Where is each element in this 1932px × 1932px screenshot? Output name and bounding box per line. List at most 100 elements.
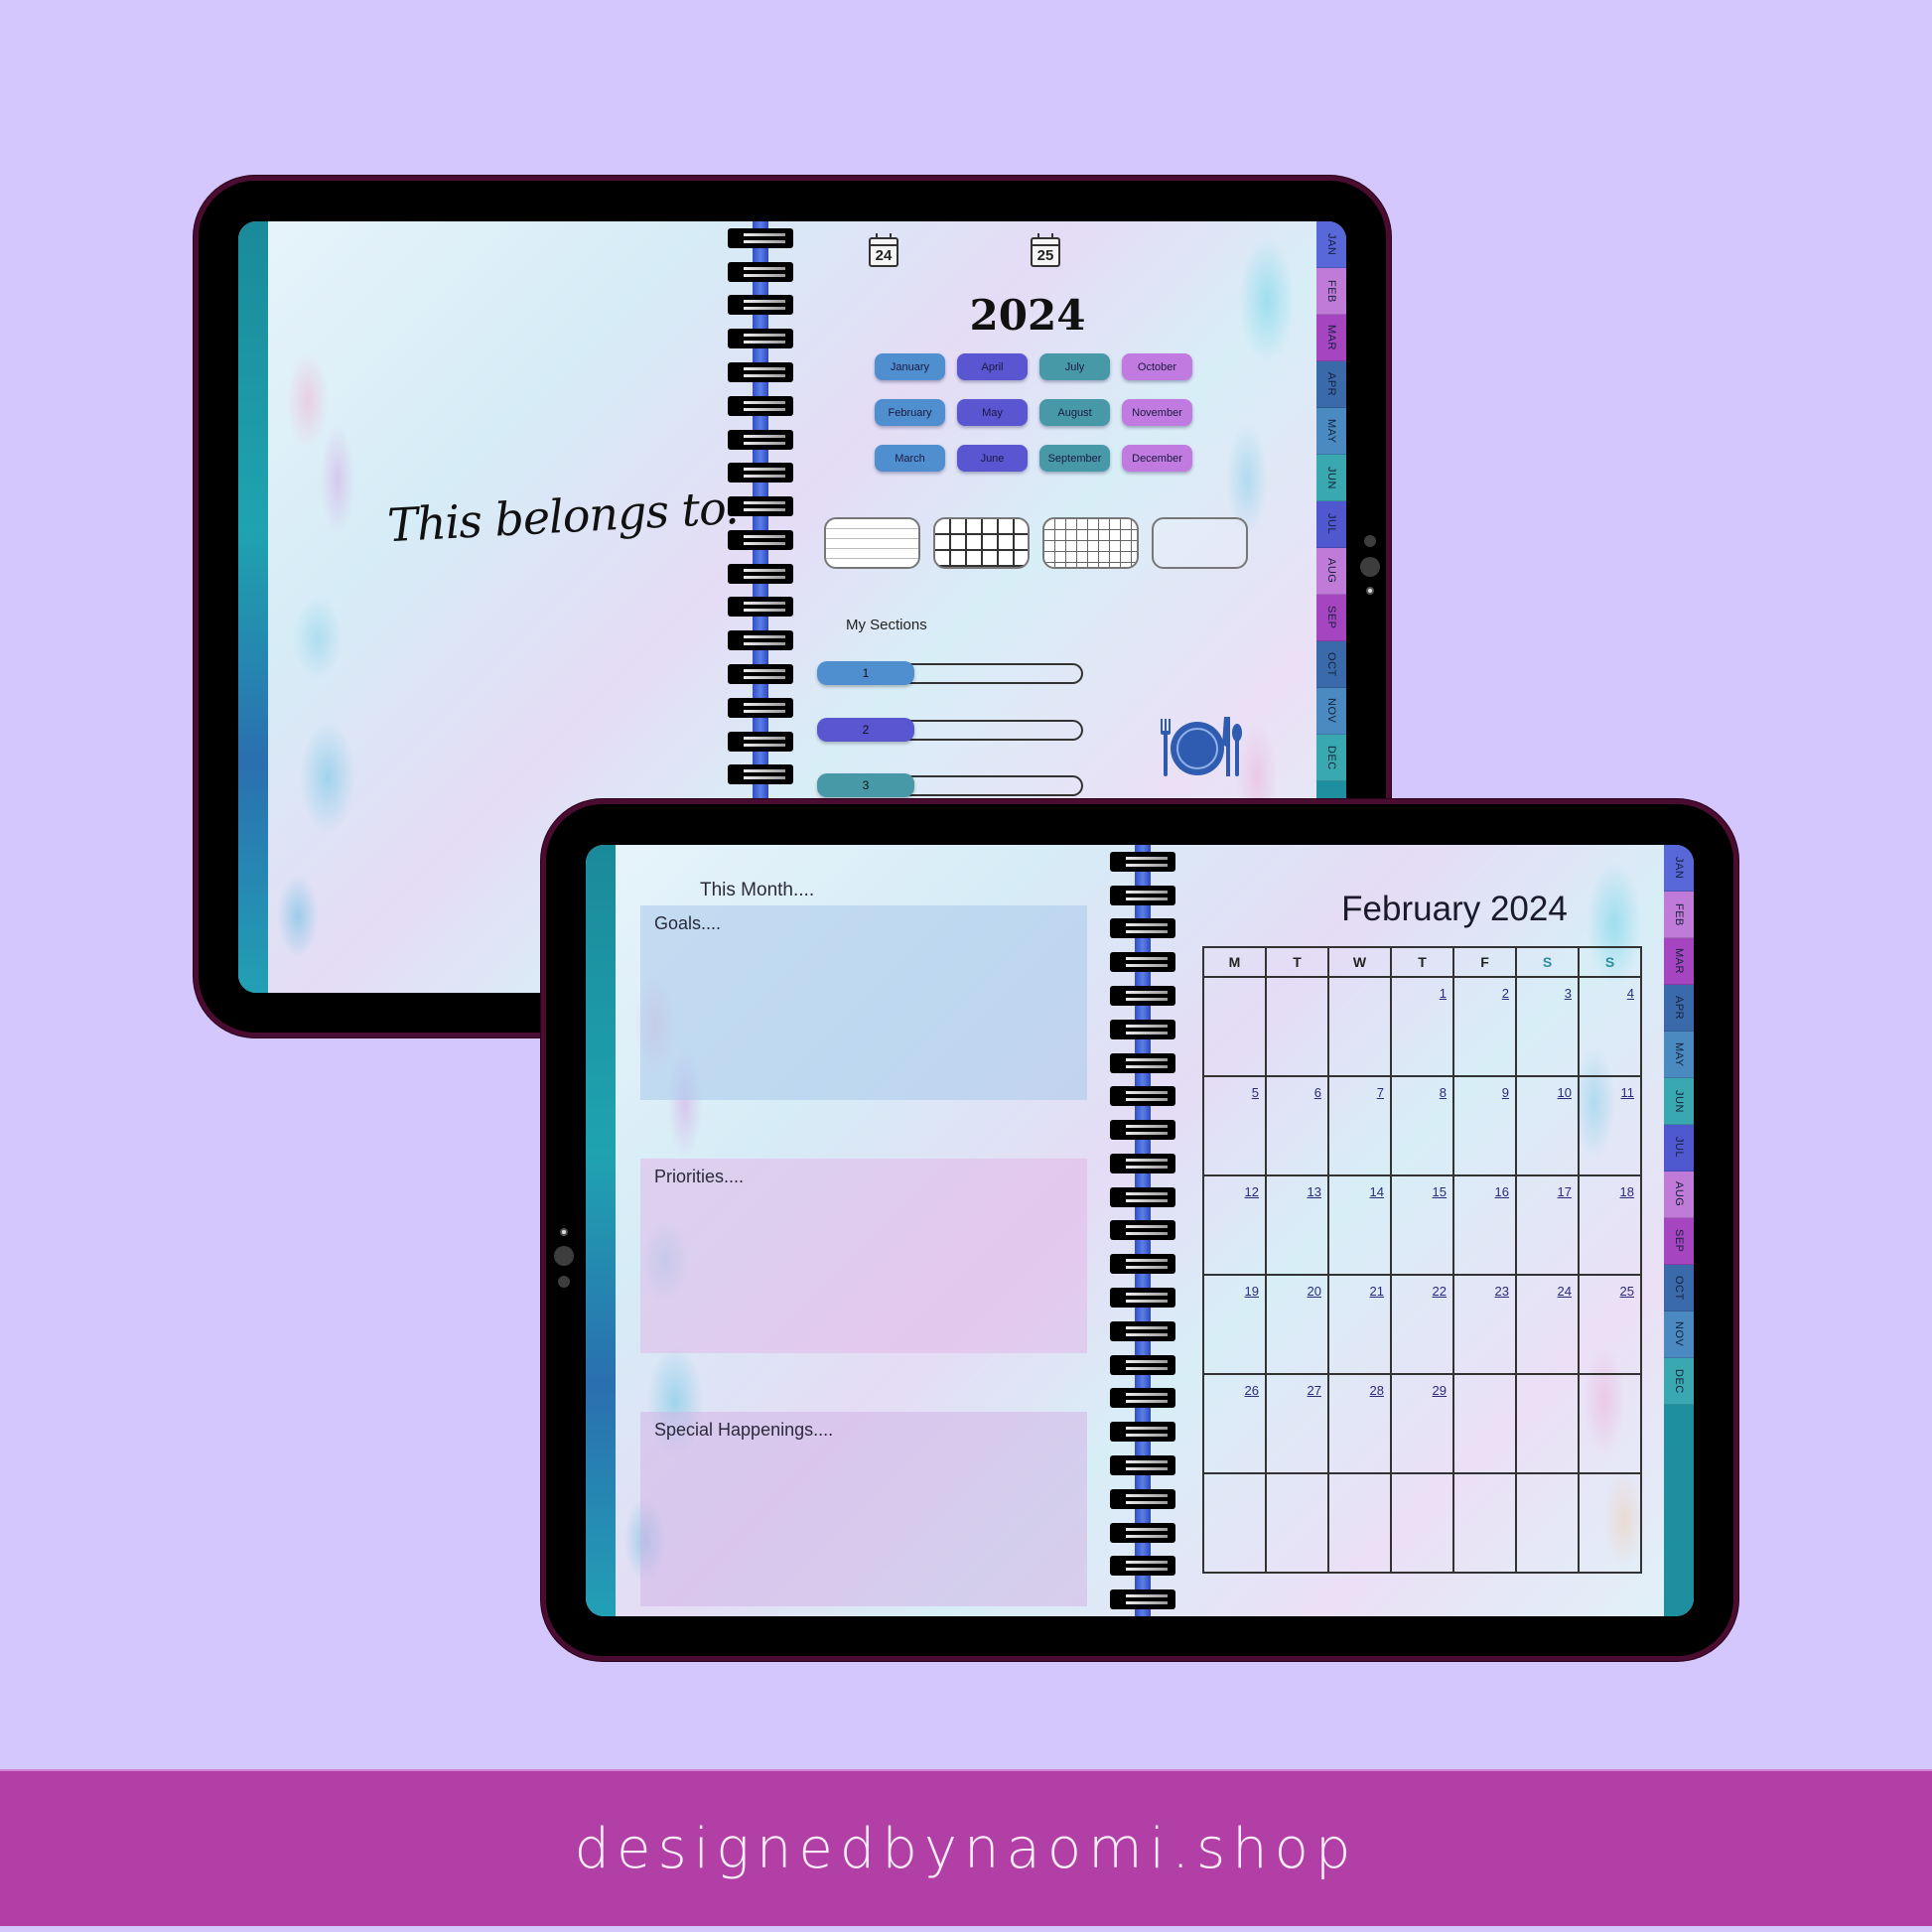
calendar-day-cell[interactable]: 8 <box>1392 1077 1454 1176</box>
calendar-day-cell[interactable]: 3 <box>1517 978 1580 1077</box>
day-number-link[interactable]: 16 <box>1495 1184 1509 1199</box>
month-button-october[interactable]: October <box>1122 353 1192 380</box>
calendar-day-cell[interactable] <box>1517 1375 1580 1474</box>
calendar-day-cell[interactable]: 27 <box>1267 1375 1329 1474</box>
day-number-link[interactable]: 10 <box>1558 1085 1572 1100</box>
month-tab-apr[interactable]: APR <box>1316 361 1346 408</box>
calendar-day-cell[interactable] <box>1204 978 1267 1077</box>
calendar-day-cell[interactable] <box>1329 1474 1392 1574</box>
month-tab-jan[interactable]: JAN <box>1316 221 1346 268</box>
month-tab-nov[interactable]: NOV <box>1316 688 1346 735</box>
day-number-link[interactable]: 21 <box>1370 1284 1384 1299</box>
month-tab-oct[interactable]: OCT <box>1316 641 1346 688</box>
month-tab-feb[interactable]: FEB <box>1316 268 1346 315</box>
calendar-day-cell[interactable]: 21 <box>1329 1276 1392 1375</box>
calendar-day-cell[interactable] <box>1580 1474 1642 1574</box>
day-number-link[interactable]: 26 <box>1245 1383 1259 1398</box>
month-tab-may[interactable]: MAY <box>1664 1032 1694 1078</box>
day-number-link[interactable]: 7 <box>1377 1085 1384 1100</box>
day-number-link[interactable]: 28 <box>1370 1383 1384 1398</box>
day-number-link[interactable]: 27 <box>1308 1383 1321 1398</box>
calendar-day-cell[interactable]: 4 <box>1580 978 1642 1077</box>
calendar-day-cell[interactable]: 26 <box>1204 1375 1267 1474</box>
month-tab-may[interactable]: MAY <box>1316 408 1346 455</box>
month-tab-jun[interactable]: JUN <box>1664 1078 1694 1125</box>
section-pill[interactable]: 1 <box>817 661 914 685</box>
day-number-link[interactable]: 2 <box>1502 986 1509 1001</box>
day-number-link[interactable]: 23 <box>1495 1284 1509 1299</box>
calendar-day-cell[interactable] <box>1580 1375 1642 1474</box>
year-2024-calendar-icon[interactable]: 24 <box>869 233 898 267</box>
month-button-may[interactable]: May <box>957 399 1028 426</box>
day-number-link[interactable]: 14 <box>1370 1184 1384 1199</box>
lined-paper-icon[interactable] <box>824 517 920 569</box>
calendar-day-cell[interactable] <box>1329 978 1392 1077</box>
day-number-link[interactable]: 4 <box>1627 986 1634 1001</box>
blank-paper-icon[interactable] <box>1152 517 1248 569</box>
day-number-link[interactable]: 20 <box>1308 1284 1321 1299</box>
calendar-day-cell[interactable]: 13 <box>1267 1176 1329 1276</box>
grid-paper-icon[interactable] <box>933 517 1030 569</box>
month-tab-jun[interactable]: JUN <box>1316 455 1346 501</box>
calendar-day-cell[interactable]: 29 <box>1392 1375 1454 1474</box>
day-number-link[interactable]: 1 <box>1440 986 1447 1001</box>
calendar-day-cell[interactable]: 24 <box>1517 1276 1580 1375</box>
calendar-day-cell[interactable]: 1 <box>1392 978 1454 1077</box>
month-tab-aug[interactable]: AUG <box>1664 1172 1694 1218</box>
month-button-december[interactable]: December <box>1122 445 1192 472</box>
month-button-june[interactable]: June <box>957 445 1028 472</box>
month-tab-aug[interactable]: AUG <box>1316 548 1346 595</box>
calendar-day-cell[interactable]: 10 <box>1517 1077 1580 1176</box>
calendar-day-cell[interactable]: 7 <box>1329 1077 1392 1176</box>
shop-url[interactable]: designedbynaomi.shop <box>575 1817 1358 1881</box>
special-happenings-box[interactable]: Special Happenings.... <box>640 1412 1087 1606</box>
calendar-day-cell[interactable] <box>1267 978 1329 1077</box>
month-tab-sep[interactable]: SEP <box>1664 1218 1694 1265</box>
day-number-link[interactable]: 13 <box>1308 1184 1321 1199</box>
section-pill[interactable]: 2 <box>817 718 914 742</box>
month-tab-dec[interactable]: DEC <box>1664 1358 1694 1405</box>
calendar-day-cell[interactable]: 17 <box>1517 1176 1580 1276</box>
month-button-april[interactable]: April <box>957 353 1028 380</box>
calendar-day-cell[interactable]: 6 <box>1267 1077 1329 1176</box>
day-number-link[interactable]: 25 <box>1620 1284 1634 1299</box>
day-number-link[interactable]: 3 <box>1565 986 1572 1001</box>
month-tab-oct[interactable]: OCT <box>1664 1265 1694 1311</box>
plate-fork-knife-icon[interactable] <box>1155 715 1244 778</box>
day-number-link[interactable]: 15 <box>1433 1184 1447 1199</box>
calendar-day-cell[interactable]: 22 <box>1392 1276 1454 1375</box>
month-tab-jul[interactable]: JUL <box>1664 1125 1694 1172</box>
goals-box[interactable]: Goals.... <box>640 905 1087 1100</box>
section-pill[interactable]: 3 <box>817 773 914 797</box>
day-number-link[interactable]: 17 <box>1558 1184 1572 1199</box>
month-button-february[interactable]: February <box>875 399 945 426</box>
calendar-day-cell[interactable] <box>1267 1474 1329 1574</box>
month-tab-jul[interactable]: JUL <box>1316 501 1346 548</box>
calendar-day-cell[interactable]: 25 <box>1580 1276 1642 1375</box>
calendar-day-cell[interactable] <box>1454 1474 1517 1574</box>
month-button-august[interactable]: August <box>1039 399 1110 426</box>
calendar-day-cell[interactable]: 16 <box>1454 1176 1517 1276</box>
calendar-day-cell[interactable] <box>1392 1474 1454 1574</box>
month-tab-feb[interactable]: FEB <box>1664 892 1694 938</box>
day-number-link[interactable]: 5 <box>1252 1085 1259 1100</box>
day-number-link[interactable]: 6 <box>1314 1085 1321 1100</box>
month-tab-apr[interactable]: APR <box>1664 985 1694 1032</box>
calendar-day-cell[interactable] <box>1517 1474 1580 1574</box>
month-button-january[interactable]: January <box>875 353 945 380</box>
day-number-link[interactable]: 11 <box>1621 1085 1635 1100</box>
day-number-link[interactable]: 22 <box>1433 1284 1447 1299</box>
day-number-link[interactable]: 29 <box>1433 1383 1447 1398</box>
calendar-day-cell[interactable]: 18 <box>1580 1176 1642 1276</box>
section-tab-3[interactable]: 3 <box>817 773 1083 797</box>
month-tab-mar[interactable]: MAR <box>1664 938 1694 985</box>
month-tab-jan[interactable]: JAN <box>1664 845 1694 892</box>
calendar-day-cell[interactable]: 9 <box>1454 1077 1517 1176</box>
year-2025-calendar-icon[interactable]: 25 <box>1031 233 1060 267</box>
calendar-day-cell[interactable]: 19 <box>1204 1276 1267 1375</box>
month-button-july[interactable]: July <box>1039 353 1110 380</box>
day-number-link[interactable]: 9 <box>1502 1085 1509 1100</box>
calendar-day-cell[interactable]: 12 <box>1204 1176 1267 1276</box>
section-tab-2[interactable]: 2 <box>817 718 1083 742</box>
calendar-day-cell[interactable] <box>1454 1375 1517 1474</box>
